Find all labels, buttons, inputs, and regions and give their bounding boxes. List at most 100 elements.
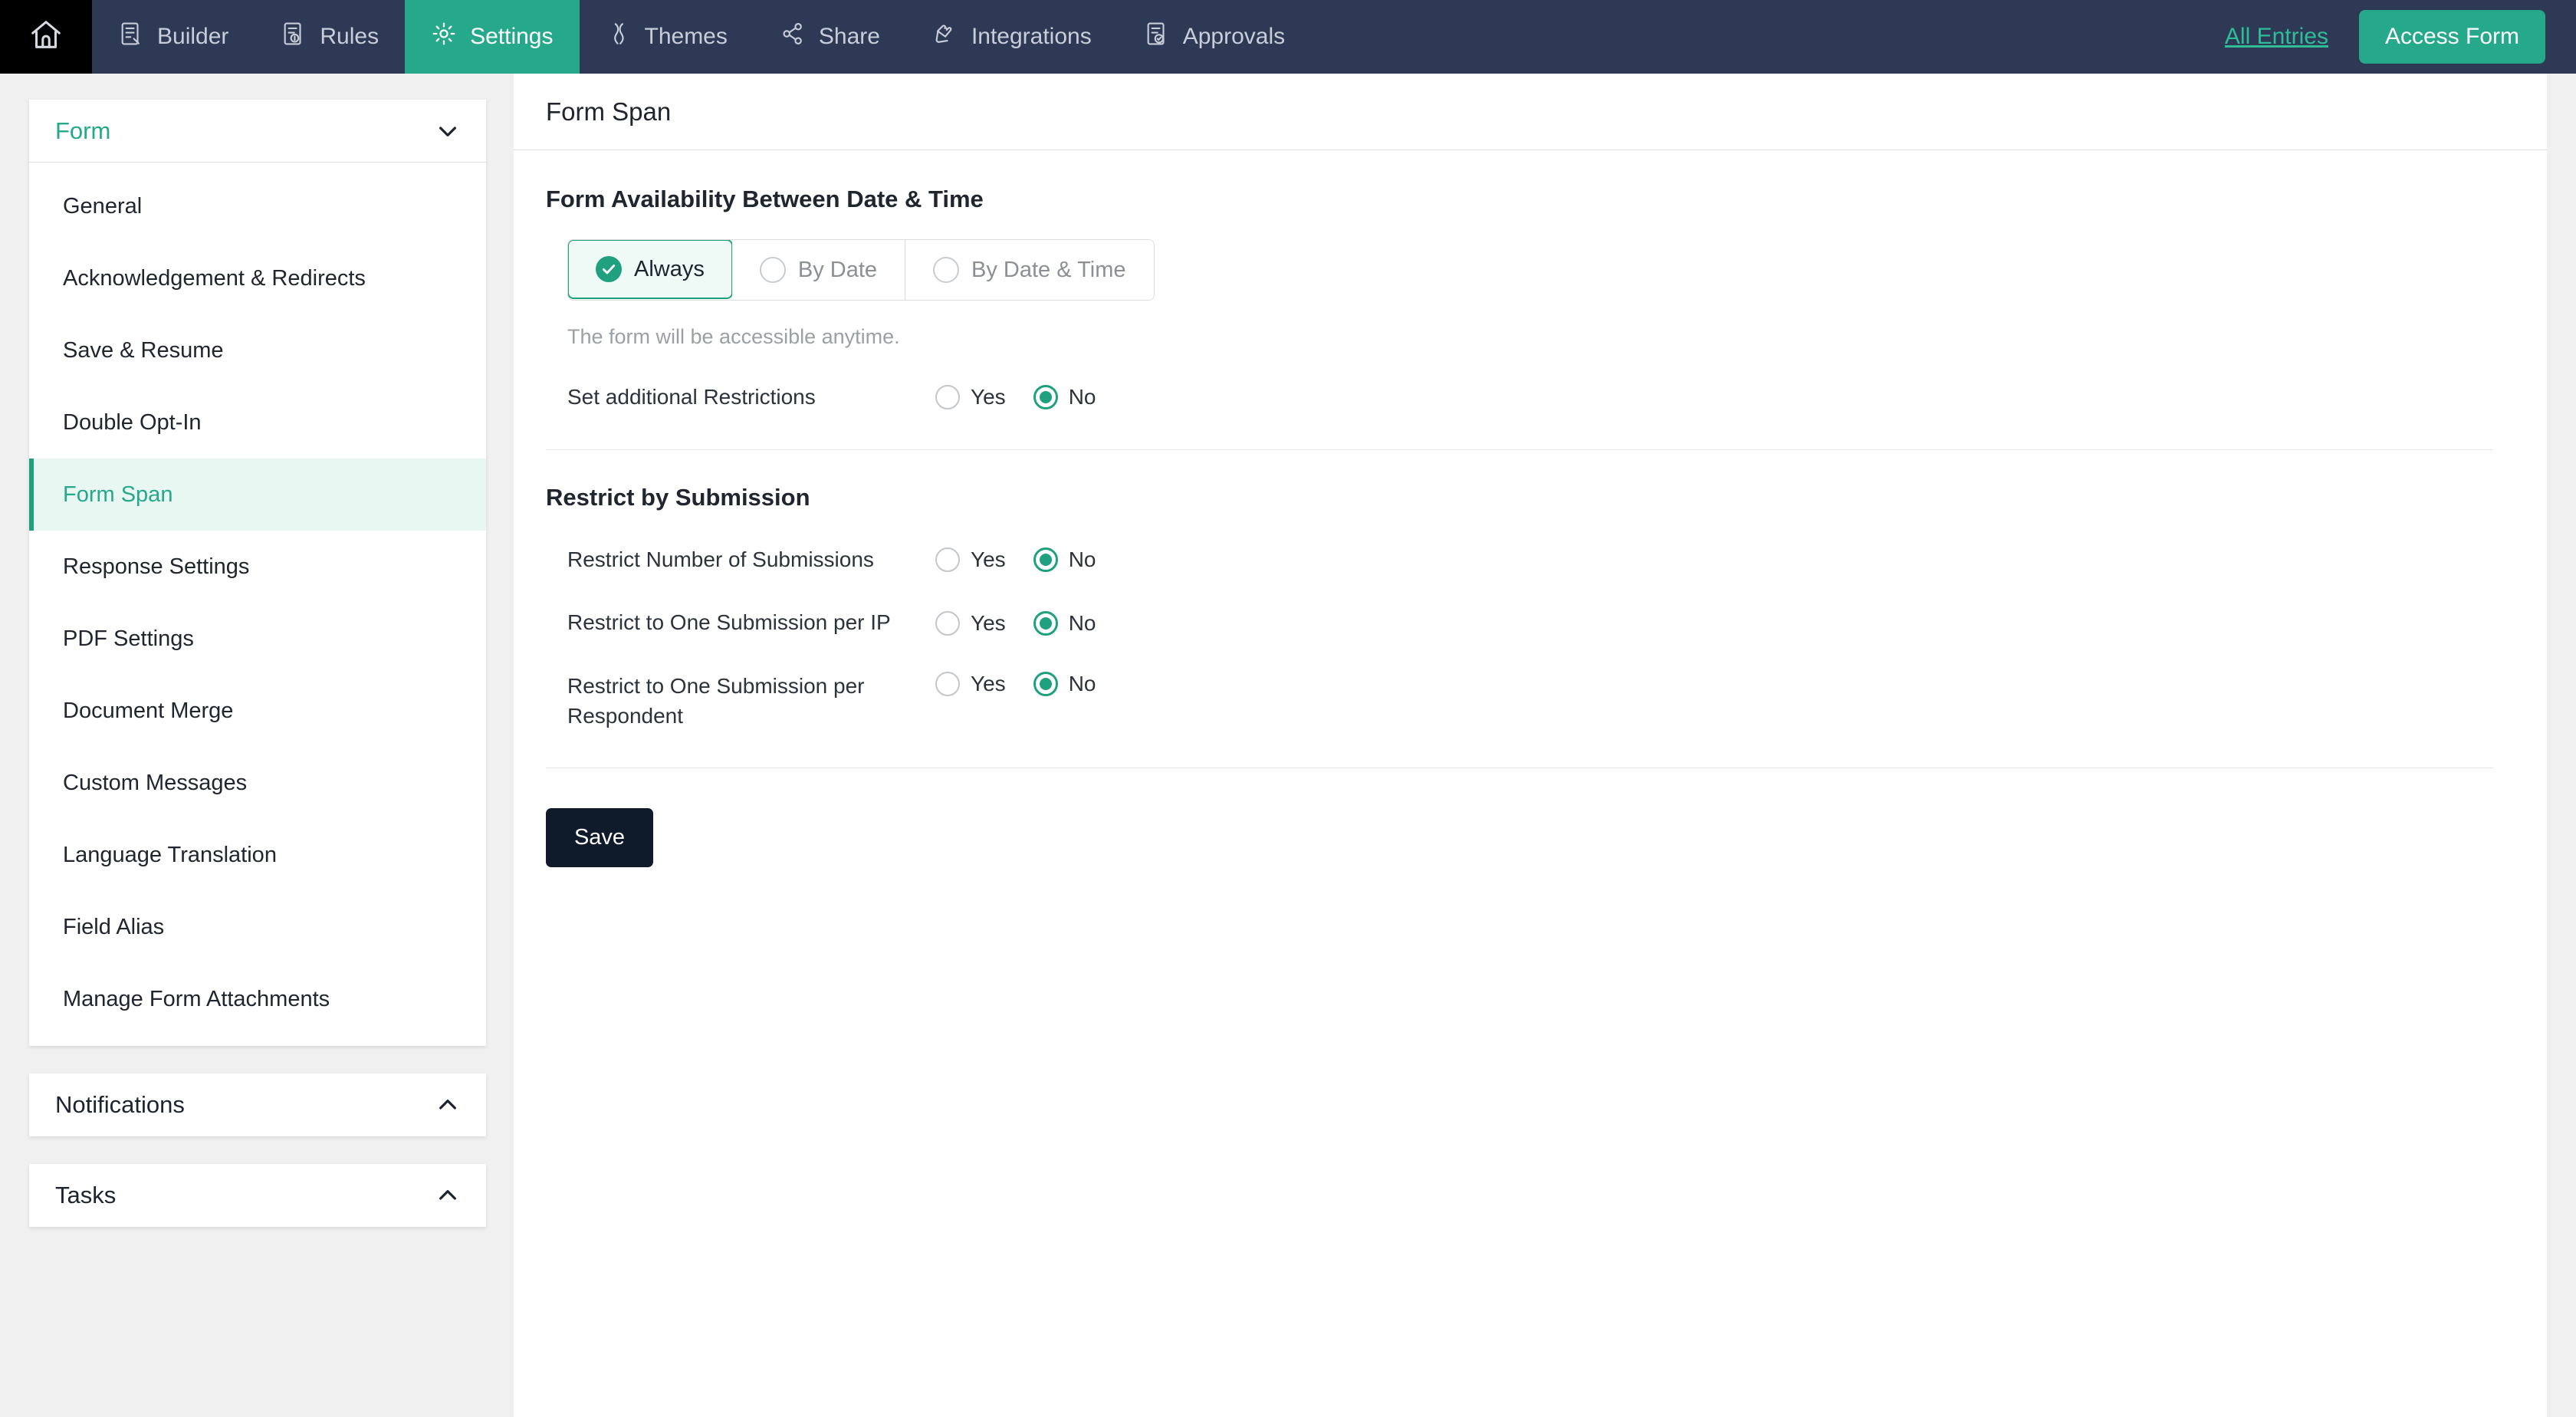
tab-builder-label: Builder [157,24,229,49]
restrict-number-of-submissions-no[interactable]: No [1033,547,1096,572]
radio-no-label: No [1068,385,1096,409]
top-navigation-bar: Builder Rules Settings Themes Share Inte… [0,0,2576,74]
restrict-section: Restrict by Submission Restrict Number o… [546,484,2515,732]
main-body: Form Availability Between Date & Time Al… [514,150,2547,868]
restrict-section-title: Restrict by Submission [546,483,810,511]
sidebar-item-general[interactable]: General [29,170,486,242]
restrict-one-submission-per-ip-yes[interactable]: Yes [935,610,1006,636]
sidebar-item-label: Document Merge [63,698,234,723]
tab-share-label: Share [818,24,880,49]
availability-option-always[interactable]: Always [567,240,733,299]
rules-icon [281,21,307,53]
home-button[interactable] [0,0,92,74]
restrict-one-submission-per-ip-label: Restrict to One Submission per IP [567,610,891,635]
availability-option-by-date-time-label: By Date & Time [971,257,1126,282]
availability-option-by-date[interactable]: By Date [731,240,906,300]
availability-option-by-date-time[interactable]: By Date & Time [905,240,1154,300]
sidebar-item-label: Response Settings [63,554,250,579]
sidebar-group-tasks-label: Tasks [55,1182,117,1208]
restrict-one-submission-per-respondent-yes[interactable]: Yes [935,671,1006,696]
access-form-button[interactable]: Access Form [2358,10,2545,64]
availability-helper-text: The form will be accessible anytime. [567,325,900,348]
sidebar-item-label: Manage Form Attachments [63,986,330,1011]
set-additional-restrictions-yes[interactable]: Yes [935,385,1006,410]
sidebar-group-notifications: Notifications [29,1073,486,1136]
tab-share[interactable]: Share [754,0,906,74]
sidebar-group-tasks: Tasks [29,1164,486,1227]
tab-approvals-label: Approvals [1182,24,1286,49]
tab-settings-label: Settings [470,24,554,49]
nav-tab-list: Builder Rules Settings Themes Share Inte… [92,0,1311,74]
tab-settings[interactable]: Settings [405,0,580,74]
restrict-one-submission-per-ip-no[interactable]: No [1033,610,1096,636]
availability-option-by-date-label: By Date [797,257,878,282]
radio-unselected-icon [935,671,960,696]
sidebar-item-label: PDF Settings [63,626,194,651]
tab-integrations[interactable]: Integrations [906,0,1118,74]
chevron-up-icon[interactable] [435,1093,460,1117]
tab-themes[interactable]: Themes [580,0,754,74]
tab-integrations-label: Integrations [971,24,1092,49]
page-title-bar: Form Span [514,74,2547,150]
radio-selected-icon [1033,385,1058,410]
sidebar-item-form-span[interactable]: Form Span [29,459,486,531]
sidebar-form-items: General Acknowledgement & Redirects Save… [29,163,486,1046]
sidebar-group-tasks-header[interactable]: Tasks [29,1164,486,1227]
radio-yes-label: Yes [971,385,1006,409]
sidebar-item-acknowledgement-redirects[interactable]: Acknowledgement & Redirects [29,242,486,314]
set-additional-restrictions-no[interactable]: No [1033,385,1096,410]
restrict-number-of-submissions-row: Restrict Number of Submissions Yes No [546,545,2515,575]
check-circle-icon [596,256,622,282]
radio-yes-label: Yes [971,610,1006,635]
all-entries-link[interactable]: All Entries [2225,24,2328,50]
set-additional-restrictions-label: Set additional Restrictions [567,385,816,409]
tab-builder[interactable]: Builder [92,0,255,74]
availability-segmented-control: Always By Date By Date & Time [567,239,1155,301]
tab-rules[interactable]: Rules [255,0,405,74]
chevron-down-icon[interactable] [435,119,460,143]
sidebar-item-language-translation[interactable]: Language Translation [29,819,486,891]
sidebar-item-label: Field Alias [63,914,165,939]
radio-no-label: No [1068,610,1096,635]
sidebar-item-double-opt-in[interactable]: Double Opt-In [29,386,486,459]
set-additional-restrictions-row: Set additional Restrictions Yes No [546,383,2515,413]
restrict-one-submission-per-respondent-no[interactable]: No [1033,671,1096,696]
page-body: Form General Acknowledgement & Redirects… [0,74,2576,1417]
section-divider [546,449,2493,450]
gear-icon [431,21,457,53]
sidebar-item-label: Custom Messages [63,770,248,795]
sidebar-group-notifications-label: Notifications [55,1091,185,1118]
share-icon [780,21,806,53]
restrict-number-of-submissions-yes[interactable]: Yes [935,547,1006,572]
sidebar-item-pdf-settings[interactable]: PDF Settings [29,603,486,675]
tab-themes-label: Themes [644,24,728,49]
sidebar-item-label: Double Opt-In [63,409,202,435]
integrations-icon [932,21,958,53]
sidebar-item-manage-form-attachments[interactable]: Manage Form Attachments [29,963,486,1035]
main-content-panel: Form Span Form Availability Between Date… [514,74,2547,1417]
availability-section-title: Form Availability Between Date & Time [546,186,984,212]
settings-sidebar: Form General Acknowledgement & Redirects… [0,74,514,1417]
radio-no-label: No [1068,671,1096,695]
restrict-number-of-submissions-label: Restrict Number of Submissions [567,547,874,571]
sidebar-item-label: General [63,193,143,219]
save-button[interactable]: Save [546,808,653,868]
sidebar-group-form-header[interactable]: Form [29,100,486,163]
sidebar-item-field-alias[interactable]: Field Alias [29,891,486,963]
sidebar-item-custom-messages[interactable]: Custom Messages [29,747,486,819]
tab-approvals[interactable]: Approvals [1118,0,1311,74]
sidebar-group-notifications-header[interactable]: Notifications [29,1073,486,1136]
sidebar-item-response-settings[interactable]: Response Settings [29,531,486,603]
page-title: Form Span [546,97,672,126]
radio-circle-icon [933,257,960,283]
nav-right-actions: All Entries Access Form [2225,0,2576,74]
sidebar-item-document-merge[interactable]: Document Merge [29,675,486,747]
chevron-up-icon[interactable] [435,1183,460,1208]
radio-no-label: No [1068,547,1096,571]
sidebar-item-label: Save & Resume [63,337,224,363]
restrict-one-submission-per-respondent-row: Restrict to One Submission per Responden… [546,671,2515,731]
set-additional-restrictions-group: Yes No [935,385,1096,410]
restrict-number-of-submissions-group: Yes No [935,547,1096,572]
sidebar-item-save-resume[interactable]: Save & Resume [29,314,486,386]
themes-icon [606,21,632,53]
